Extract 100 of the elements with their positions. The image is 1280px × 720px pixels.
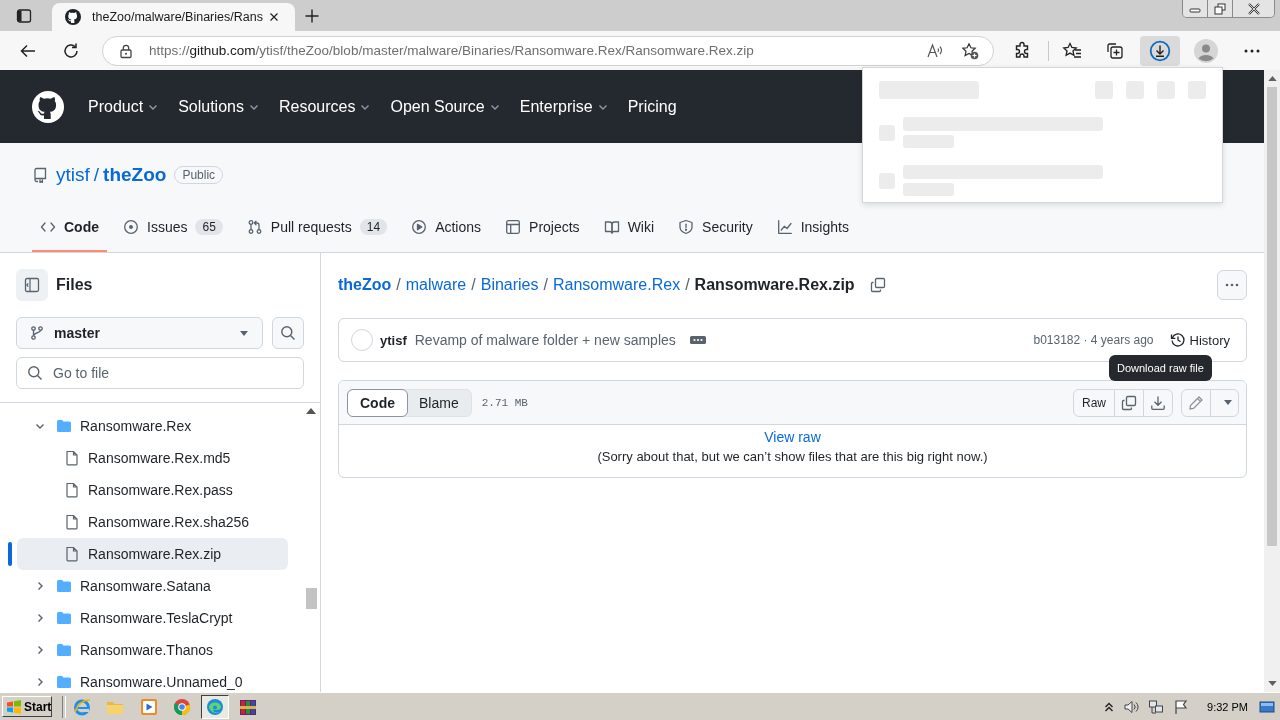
scroll-down-icon[interactable]	[1267, 681, 1277, 686]
flag-icon[interactable]	[1173, 698, 1190, 715]
folder-icon	[56, 610, 72, 626]
tree-item[interactable]: Ransomware.TeslaCrypt	[17, 602, 288, 634]
scrollbar-thumb[interactable]	[1267, 87, 1277, 546]
toggle-sidebar-button[interactable]	[16, 269, 48, 301]
search-button[interactable]	[272, 317, 304, 349]
author-link[interactable]: ytisf	[380, 332, 407, 348]
view-tab[interactable]: Code	[347, 388, 408, 417]
circle-dot-icon	[123, 219, 139, 235]
repo-tab[interactable]: Code	[32, 204, 107, 252]
repo-name-link[interactable]: theZoo	[103, 164, 167, 186]
copy-icon[interactable]	[869, 277, 886, 293]
taskbar-clock[interactable]: 9:32 PM	[1207, 700, 1248, 713]
tree-item[interactable]: Ransomware.Rex	[17, 410, 288, 442]
panel-icon	[24, 277, 40, 293]
breadcrumb-link[interactable]: malware	[405, 276, 467, 294]
path-separator: /	[543, 276, 548, 294]
repo-tab[interactable]: Projects	[497, 204, 588, 252]
dots-icon[interactable]	[689, 336, 706, 344]
file-icon	[64, 450, 80, 466]
tree-item[interactable]: Ransomware.Unnamed_0	[17, 666, 288, 692]
tree-item[interactable]: Ransomware.Thanos	[17, 634, 288, 666]
network-icon[interactable]	[1148, 698, 1165, 715]
history-button[interactable]: History	[1169, 332, 1230, 348]
refresh-icon[interactable]	[62, 41, 80, 60]
repo-tab[interactable]: Pull requests 14	[238, 204, 396, 252]
plus-icon[interactable]	[304, 7, 320, 24]
scroll-up-icon[interactable]	[1267, 76, 1277, 81]
squares-plus-icon[interactable]	[1105, 40, 1125, 61]
speaker-icon[interactable]	[1123, 698, 1140, 715]
tree-item[interactable]: Ransomware.Satana	[17, 570, 288, 602]
copy-icon	[1121, 394, 1137, 411]
file-size: 2.71 MB	[481, 396, 528, 409]
cat-logo-icon[interactable]	[32, 90, 64, 123]
nav-menu-link[interactable]: Resources	[278, 97, 372, 116]
nav-menu-link[interactable]: Pricing	[627, 97, 677, 116]
page-scrollbar[interactable]	[1264, 70, 1280, 692]
nav-menu-link[interactable]: Enterprise	[519, 97, 609, 116]
breadcrumb-link[interactable]: Ransomware.Rex	[552, 276, 681, 294]
flag-logo-icon	[6, 698, 22, 715]
swirl-icon	[206, 697, 225, 716]
book-icon	[32, 167, 48, 183]
repo-tab[interactable]: Security	[670, 204, 761, 252]
scroll-up-icon[interactable]	[306, 408, 316, 414]
branch-icon	[29, 325, 45, 341]
tree-item[interactable]: Ransomware.Rex.md5	[17, 442, 288, 474]
view-raw-link[interactable]: View raw	[764, 427, 821, 447]
file-icon	[64, 482, 80, 498]
caret-icon	[240, 330, 248, 336]
go-to-file-field[interactable]: Go to file	[16, 357, 304, 389]
repo-tab[interactable]: Insights	[768, 204, 857, 252]
history-icon	[1169, 332, 1186, 348]
file-icon	[64, 514, 80, 530]
tree-item[interactable]: Ransomware.Rex.pass	[17, 474, 288, 506]
scrollbar-thumb[interactable]	[305, 588, 317, 609]
view-tab[interactable]: Blame	[406, 388, 472, 417]
branch-select[interactable]: master	[16, 317, 263, 349]
start-button[interactable]: Start	[2, 696, 52, 717]
search-icon	[280, 325, 296, 341]
breadcrumb-link[interactable]: Binaries	[480, 276, 539, 294]
play-icon	[139, 697, 158, 716]
minimize-button[interactable]	[1183, 0, 1208, 17]
tab-actions-icon[interactable]	[16, 7, 32, 24]
pull-request-icon	[246, 219, 263, 235]
nav-menu-link[interactable]: Solutions	[178, 97, 260, 116]
circle-logo-icon	[172, 697, 191, 716]
repo-tab[interactable]: Issues 65	[115, 204, 231, 252]
taskbar-app-button[interactable]	[201, 694, 230, 719]
browser-tab[interactable]: theZoo/malware/Binaries/Rans	[52, 3, 295, 31]
folder-icon	[56, 642, 72, 658]
nav-menu-link[interactable]: Product	[88, 97, 160, 116]
folder-icon	[56, 418, 72, 434]
tooltip: Download raw file	[1109, 355, 1212, 381]
star-plus-icon[interactable]	[961, 41, 979, 60]
restore-button[interactable]	[1208, 0, 1233, 17]
downloads-button[interactable]	[1140, 35, 1180, 66]
breadcrumb-link[interactable]: theZoo	[338, 276, 392, 294]
repo-tab[interactable]: Actions	[403, 204, 490, 252]
sidebar-title: Files	[56, 276, 93, 294]
selection-indicator-icon	[8, 542, 12, 566]
show-desktop-icon[interactable]	[1259, 698, 1275, 715]
pencil-icon	[1188, 394, 1204, 411]
repo-tab[interactable]: Wiki	[595, 204, 663, 252]
tree-item[interactable]: Ransomware.Rex.sha256	[17, 506, 288, 538]
commit-message[interactable]: Revamp of malware folder + new samples	[414, 332, 676, 348]
profile-icon[interactable]	[1194, 38, 1218, 63]
path-separator: /	[685, 276, 690, 294]
close-window-button[interactable]	[1233, 0, 1274, 17]
nav-menu-link[interactable]: Open Source	[390, 97, 501, 116]
owner-link[interactable]: ytisf	[56, 164, 90, 186]
shield-icon	[678, 219, 695, 235]
current-file-name: Ransomware.Rex.zip	[694, 276, 855, 294]
address-field[interactable]: https://github.com/ytisf/theZoo/blob/master/malware/Binaries/Ransomware.Rex/Ransomware.Rex.zip	[102, 35, 994, 66]
folder-icon	[56, 578, 72, 594]
counter-badge: 65	[195, 219, 223, 235]
read-aloud-icon[interactable]	[926, 41, 944, 60]
chevron-up-icon[interactable]	[1104, 700, 1115, 713]
play-circle-icon	[411, 219, 428, 235]
star-list-icon[interactable]	[1062, 40, 1082, 61]
